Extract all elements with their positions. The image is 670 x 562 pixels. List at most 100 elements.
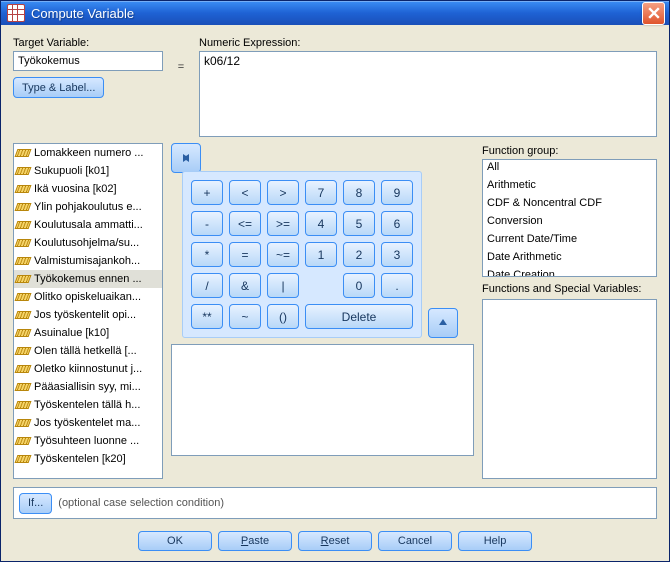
keypad-button[interactable]: 2 [343, 242, 375, 267]
keypad-button[interactable]: - [191, 211, 223, 236]
scale-variable-icon [16, 362, 30, 376]
titlebar[interactable]: Compute Variable [1, 1, 669, 25]
keypad-button[interactable]: 1 [305, 242, 337, 267]
variable-list-item[interactable]: Työkokemus ennen ... [14, 270, 162, 288]
function-group-item[interactable]: Date Creation [483, 268, 656, 277]
calculator-keypad: +<>789 -<=>=456 *=~=123 /&| 0. **~()Delete [182, 171, 422, 338]
function-group-item[interactable]: Current Date/Time [483, 232, 656, 250]
scale-variable-icon [16, 182, 30, 196]
scale-variable-icon [16, 272, 30, 286]
variable-list-item[interactable]: Koulutusala ammatti... [14, 216, 162, 234]
close-icon [648, 7, 660, 19]
numeric-expression-label: Numeric Expression: [199, 37, 657, 49]
type-label-button[interactable]: Type & Label... [13, 77, 104, 98]
variable-list-item-label: Jos työskentelet ma... [34, 417, 140, 429]
app-icon [7, 4, 25, 22]
function-group-item[interactable]: All [483, 160, 656, 178]
variable-list-item-label: Työskentelen [k20] [34, 453, 126, 465]
paste-button[interactable]: Paste [218, 531, 292, 551]
scale-variable-icon [16, 254, 30, 268]
keypad-button[interactable]: | [267, 273, 299, 298]
keypad-button[interactable]: 0 [343, 273, 375, 298]
variable-list-item-label: Lomakkeen numero ... [34, 147, 143, 159]
keypad-button[interactable]: 8 [343, 180, 375, 205]
function-group-item[interactable]: Conversion [483, 214, 656, 232]
scale-variable-icon [16, 452, 30, 466]
keypad-button[interactable]: 5 [343, 211, 375, 236]
keypad-button[interactable]: 3 [381, 242, 413, 267]
variable-list-item-label: Työkokemus ennen ... [34, 273, 142, 285]
variable-list-item[interactable]: Valmistumisajankoh... [14, 252, 162, 270]
keypad-button[interactable]: 9 [381, 180, 413, 205]
keypad-button[interactable]: <= [229, 211, 261, 236]
keypad-button[interactable]: = [229, 242, 261, 267]
variable-list-item-label: Pääasiallisin syy, mi... [34, 381, 141, 393]
scale-variable-icon [16, 416, 30, 430]
keypad-button[interactable]: >= [267, 211, 299, 236]
keypad-button[interactable]: ~= [267, 242, 299, 267]
if-condition-row: If... (optional case selection condition… [13, 487, 657, 519]
keypad-button[interactable]: . [381, 273, 413, 298]
variable-list-item[interactable]: Asuinalue [k10] [14, 324, 162, 342]
variable-list-item[interactable]: Sukupuoli [k01] [14, 162, 162, 180]
functions-special-variables-list[interactable] [482, 299, 657, 479]
variable-list-item[interactable]: Ylin pohjakoulutus e... [14, 198, 162, 216]
keypad-button[interactable]: < [229, 180, 261, 205]
function-group-list[interactable]: AllArithmeticCDF & Noncentral CDFConvers… [482, 159, 657, 277]
function-group-item[interactable]: CDF & Noncentral CDF [483, 196, 656, 214]
function-group-item[interactable]: Arithmetic [483, 178, 656, 196]
variable-list-item[interactable]: Olitko opiskeluaikan... [14, 288, 162, 306]
if-condition-hint: (optional case selection condition) [58, 497, 224, 509]
arrow-up-icon [436, 316, 450, 330]
cancel-button[interactable]: Cancel [378, 531, 452, 551]
variable-list-item[interactable]: Jos työskentelet ma... [14, 414, 162, 432]
ok-button[interactable]: OK [138, 531, 212, 551]
scale-variable-icon [16, 434, 30, 448]
keypad-button[interactable]: () [267, 304, 299, 329]
keypad-button[interactable]: + [191, 180, 223, 205]
variable-list-item[interactable]: Ikä vuosina [k02] [14, 180, 162, 198]
keypad-button[interactable]: * [191, 242, 223, 267]
variable-list-item[interactable]: Koulutusohjelma/su... [14, 234, 162, 252]
variable-list-item-label: Olitko opiskeluaikan... [34, 291, 141, 303]
scale-variable-icon [16, 308, 30, 322]
window-title: Compute Variable [31, 6, 642, 21]
compute-variable-dialog: Compute Variable Target Variable: Type &… [0, 0, 670, 562]
variable-list[interactable]: Lomakkeen numero ... Sukupuoli [k01] Ikä v… [13, 143, 163, 479]
variable-list-item-label: Valmistumisajankoh... [34, 255, 140, 267]
variable-list-item[interactable]: Työskentelen tällä h... [14, 396, 162, 414]
keypad-button[interactable]: 6 [381, 211, 413, 236]
variable-list-item[interactable]: Oletko kiinnostunut j... [14, 360, 162, 378]
target-variable-input[interactable] [13, 51, 163, 71]
variable-list-item[interactable]: Olen tällä hetkellä [... [14, 342, 162, 360]
keypad-button[interactable]: 4 [305, 211, 337, 236]
move-function-up-button[interactable] [428, 308, 458, 338]
keypad-delete-button[interactable]: Delete [305, 304, 413, 329]
scale-variable-icon [16, 200, 30, 214]
keypad-button[interactable]: & [229, 273, 261, 298]
variable-list-item[interactable]: Työskentelen [k20] [14, 450, 162, 468]
help-button[interactable]: Help [458, 531, 532, 551]
keypad-button[interactable]: / [191, 273, 223, 298]
scale-variable-icon [16, 146, 30, 160]
keypad-button[interactable]: ~ [229, 304, 261, 329]
functions-special-variables-label: Functions and Special Variables: [482, 283, 657, 295]
variable-list-item[interactable]: Lomakkeen numero ... [14, 144, 162, 162]
keypad-button[interactable]: > [267, 180, 299, 205]
scale-variable-icon [16, 344, 30, 358]
close-button[interactable] [642, 2, 665, 25]
function-group-item[interactable]: Date Arithmetic [483, 250, 656, 268]
if-button[interactable]: If... [19, 493, 52, 514]
function-description-box [171, 344, 474, 456]
reset-button[interactable]: Reset [298, 531, 372, 551]
variable-list-item-label: Ikä vuosina [k02] [34, 183, 117, 195]
numeric-expression-input[interactable]: k06/12 [199, 51, 657, 137]
variable-list-item-label: Työskentelen tällä h... [34, 399, 140, 411]
variable-list-item[interactable]: Pääasiallisin syy, mi... [14, 378, 162, 396]
keypad-button[interactable]: 7 [305, 180, 337, 205]
variable-list-item[interactable]: Jos työskentelit opi... [14, 306, 162, 324]
variable-list-item[interactable]: Työsuhteen luonne ... [14, 432, 162, 450]
scale-variable-icon [16, 326, 30, 340]
keypad-button[interactable]: ** [191, 304, 223, 329]
move-to-expression-button[interactable] [171, 143, 201, 173]
